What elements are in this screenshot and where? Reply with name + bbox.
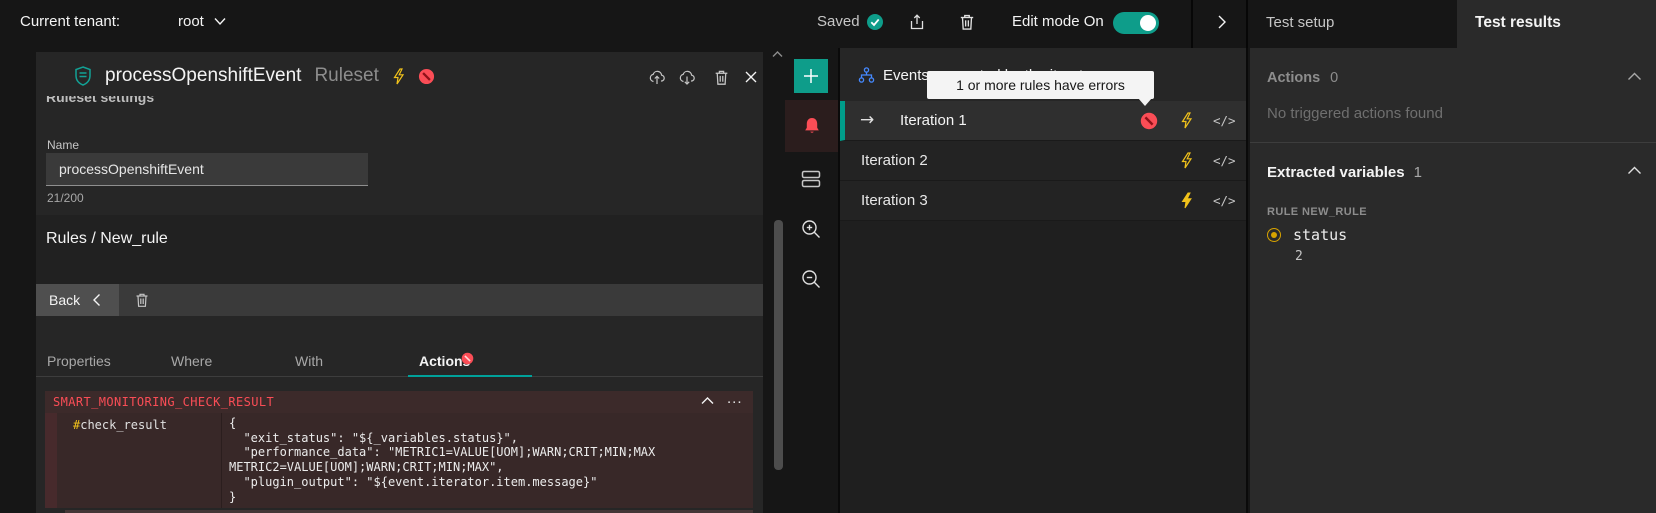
cloud-upload-icon[interactable] xyxy=(648,68,666,86)
variable-name: status xyxy=(1293,226,1347,244)
tab-actions[interactable]: Actions xyxy=(408,345,532,377)
tab-test-results-label: Test results xyxy=(1475,14,1561,32)
name-field-label: Name xyxy=(47,138,79,152)
chevron-right-icon[interactable] xyxy=(1206,14,1238,30)
cloud-download-icon[interactable] xyxy=(678,68,696,86)
saved-status: Saved xyxy=(817,13,860,30)
action-block-title: SMART_MONITORING_CHECK_RESULT xyxy=(53,395,274,409)
flash-warning-icon xyxy=(392,68,405,85)
section-divider xyxy=(1250,142,1656,143)
iterator-icon xyxy=(858,67,875,84)
actions-count: 0 xyxy=(1330,70,1338,86)
test-results-panel: Actions0 No triggered actions found Extr… xyxy=(1250,48,1656,513)
variable-value: 2 xyxy=(1295,249,1303,264)
rule-toolbar: Back xyxy=(36,284,763,316)
tab-test-results[interactable]: Test results xyxy=(1457,0,1656,48)
notification-bell-icon[interactable] xyxy=(785,100,838,152)
action-block-check-result: SMART_MONITORING_CHECK_RESULT ... #check… xyxy=(45,391,753,508)
dialog-title-row: processOpenshiftEvent Ruleset xyxy=(74,52,435,100)
variable-radio[interactable] xyxy=(1267,228,1281,242)
tab-with[interactable]: With xyxy=(284,345,408,377)
edit-mode-toggle[interactable] xyxy=(1113,12,1159,34)
chevron-up-icon[interactable] xyxy=(701,396,714,405)
chevron-up-icon[interactable] xyxy=(1627,166,1642,175)
column-divider xyxy=(221,413,222,508)
iteration-row-2[interactable]: Iteration 2 </> xyxy=(840,141,1248,181)
chevron-up-icon[interactable] xyxy=(1627,72,1642,81)
trash-icon[interactable] xyxy=(958,13,976,31)
code-icon[interactable]: </> xyxy=(1213,113,1236,128)
rules-section: Rules / New_rule xyxy=(36,215,763,284)
ruleset-shield-icon xyxy=(74,66,92,86)
toggle-knob xyxy=(1140,15,1156,31)
error-misuse-icon xyxy=(461,352,474,365)
scrollbar-thumb[interactable] xyxy=(774,220,783,470)
zoom-in-icon[interactable] xyxy=(800,218,822,240)
current-iteration-arrow-icon: → xyxy=(860,110,874,130)
error-stripe xyxy=(45,413,57,508)
code-editor[interactable]: { "exit_status": "${_variables.status}",… xyxy=(229,416,655,504)
dialog-title: processOpenshiftEvent xyxy=(105,65,301,87)
flash-outline-icon[interactable] xyxy=(1180,112,1193,129)
add-button[interactable] xyxy=(794,59,828,93)
back-button[interactable]: Back xyxy=(36,284,119,316)
scrollbar-up-icon[interactable] xyxy=(772,50,783,58)
chevron-left-icon xyxy=(92,293,101,307)
action-block-body: #check_result { "exit_status": "${_varia… xyxy=(45,413,753,508)
check-filled-icon xyxy=(866,13,884,31)
tooltip-caret xyxy=(1138,98,1152,106)
close-icon[interactable] xyxy=(742,68,760,86)
code-icon[interactable]: </> xyxy=(1213,153,1236,168)
zoom-out-icon[interactable] xyxy=(800,268,822,290)
dialog-subtitle: Ruleset xyxy=(314,65,378,87)
action-block-header[interactable]: SMART_MONITORING_CHECK_RESULT ... xyxy=(45,391,753,413)
code-icon[interactable]: </> xyxy=(1213,193,1236,208)
iteration-row-3[interactable]: Iteration 3 </> xyxy=(840,181,1248,221)
ruleset-settings-heading: Ruleset settings xyxy=(46,96,266,109)
dialog-header: processOpenshiftEvent Ruleset xyxy=(36,52,763,100)
edit-mode-label: Edit mode On xyxy=(1012,13,1104,30)
tab-test-setup-label: Test setup xyxy=(1266,14,1334,31)
actions-empty-state: No triggered actions found xyxy=(1267,105,1443,122)
tab-where[interactable]: Where xyxy=(160,345,284,377)
tenant-label: Current tenant: xyxy=(20,13,120,30)
topbar-divider xyxy=(1191,0,1193,48)
variables-count: 1 xyxy=(1414,164,1422,181)
error-misuse-icon xyxy=(418,68,435,85)
tab-properties[interactable]: Properties xyxy=(36,345,160,377)
app-root: Current tenant: root Saved Edit mode On … xyxy=(0,0,1656,513)
flash-outline-icon[interactable] xyxy=(1180,152,1193,169)
ruleset-dialog: processOpenshiftEvent Ruleset xyxy=(36,52,763,513)
variable-row: status xyxy=(1267,226,1347,244)
export-icon[interactable] xyxy=(908,13,926,31)
iteration-row-1[interactable]: → Iteration 1 </> xyxy=(840,101,1248,141)
side-toolbar xyxy=(785,48,840,513)
actions-section-header: Actions0 xyxy=(1267,70,1338,86)
delete-ruleset-icon[interactable] xyxy=(712,68,730,86)
overflow-menu-icon[interactable]: ... xyxy=(727,390,743,407)
tenant-value[interactable]: root xyxy=(178,13,204,30)
flash-filled-icon[interactable] xyxy=(1180,192,1193,209)
chevron-down-icon[interactable] xyxy=(214,17,226,26)
rule-tabs: Properties Where With Actions xyxy=(36,345,763,377)
breadcrumb: Rules / New_rule xyxy=(46,230,168,248)
field-label: #check_result xyxy=(73,418,167,432)
error-misuse-icon xyxy=(1140,112,1158,130)
rule-group-label: RULE NEW_RULE xyxy=(1267,206,1367,218)
events-panel: Events generated by the iterator → Itera… xyxy=(840,48,1248,513)
tab-test-setup[interactable]: Test setup xyxy=(1248,0,1457,48)
variables-section-header: Extracted variables1 xyxy=(1267,164,1422,181)
name-char-counter: 21/200 xyxy=(47,191,84,205)
delete-rule-icon[interactable] xyxy=(134,292,150,308)
name-input[interactable] xyxy=(46,153,368,186)
error-tooltip: 1 or more rules have errors xyxy=(927,71,1154,99)
rows-icon[interactable] xyxy=(800,168,822,190)
